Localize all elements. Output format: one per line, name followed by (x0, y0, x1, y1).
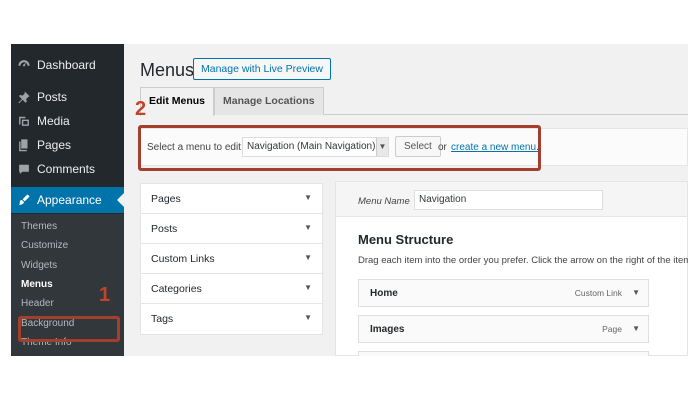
live-preview-button[interactable]: Manage with Live Preview (193, 58, 331, 80)
arrow-down-icon[interactable]: ▼ (304, 253, 312, 262)
sidebar-item-posts[interactable]: Posts (11, 85, 124, 109)
menu-item-type: Page (602, 324, 622, 334)
main-content: Menus Manage with Live Preview Edit Menu… (124, 44, 688, 356)
submenu-item-widgets[interactable]: Widgets (21, 260, 57, 271)
annotation-number-1: 1 (99, 284, 111, 306)
menu-item-type: Custom Link (574, 288, 622, 298)
submenu-item-menus[interactable]: Menus (21, 279, 53, 290)
active-arrow-icon (117, 193, 124, 207)
submenu-item-themes[interactable]: Themes (21, 221, 57, 232)
submenu-item-header[interactable]: Header (21, 298, 54, 309)
sidebar-item-label: Appearance (37, 193, 102, 207)
sidebar-item-label: Media (37, 114, 70, 128)
accordion-label: Custom Links (151, 253, 215, 265)
sidebar-item-pages[interactable]: Pages (11, 133, 124, 157)
add-menu-items-accordion: Pages ▼ Posts ▼ Custom Links ▼ Categorie… (140, 183, 323, 335)
sidebar-item-media[interactable]: Media (11, 109, 124, 133)
page-title: Menus (140, 60, 195, 80)
menu-name-label: Menu Name (358, 196, 410, 207)
wp-admin-frame: Dashboard Posts Media Pages Comments App… (11, 44, 688, 356)
sidebar-item-comments[interactable]: Comments (11, 157, 124, 181)
sidebar-item-label: Pages (37, 138, 72, 152)
accordion-label: Tags (151, 313, 174, 325)
tab-edit-menus[interactable]: Edit Menus (140, 87, 215, 116)
pin-icon (11, 90, 37, 104)
arrow-down-icon[interactable]: ▼ (304, 193, 312, 202)
arrow-down-icon[interactable]: ▼ (304, 283, 312, 292)
pages-icon (11, 138, 37, 152)
accordion-item-tags[interactable]: Tags ▼ (141, 304, 322, 334)
menu-structure-description: Drag each item into the order you prefer… (358, 255, 688, 266)
menu-item-partial[interactable] (358, 351, 649, 356)
menu-item-images[interactable]: Images Page ▼ (358, 315, 649, 343)
annotation-box-2 (138, 125, 541, 171)
arrow-down-icon[interactable]: ▼ (304, 223, 312, 232)
annotation-number-2: 2 (135, 98, 147, 120)
accordion-item-categories[interactable]: Categories ▼ (141, 274, 322, 304)
sidebar-item-label: Comments (37, 162, 96, 176)
menu-structure-title: Menu Structure (358, 232, 454, 247)
accordion-label: Pages (151, 193, 181, 205)
accordion-item-pages[interactable]: Pages ▼ (141, 184, 322, 214)
arrow-down-icon[interactable]: ▼ (632, 324, 640, 333)
menu-item-home[interactable]: Home Custom Link ▼ (358, 279, 649, 307)
admin-sidebar: Dashboard Posts Media Pages Comments App… (11, 44, 124, 356)
arrow-down-icon[interactable]: ▼ (632, 288, 640, 297)
menu-header: Menu Name Navigation (336, 182, 687, 217)
menu-item-title: Home (370, 288, 398, 299)
sidebar-item-label: Posts (37, 90, 68, 104)
paintbrush-icon (11, 193, 37, 207)
sidebar-item-label: Dashboard (37, 58, 96, 72)
accordion-label: Categories (151, 283, 202, 295)
menu-name-input[interactable]: Navigation (414, 190, 603, 210)
accordion-label: Posts (151, 223, 178, 235)
comments-icon (11, 162, 37, 176)
sidebar-item-appearance[interactable]: Appearance (11, 187, 124, 213)
media-icon (11, 114, 37, 128)
annotation-box-1 (18, 316, 120, 342)
menu-item-title: Images (370, 324, 405, 335)
accordion-item-custom-links[interactable]: Custom Links ▼ (141, 244, 322, 274)
accordion-item-posts[interactable]: Posts ▼ (141, 214, 322, 244)
dashboard-icon (11, 58, 37, 72)
arrow-down-icon[interactable]: ▼ (304, 313, 312, 322)
tab-manage-locations[interactable]: Manage Locations (214, 87, 324, 115)
sidebar-item-dashboard[interactable]: Dashboard (11, 53, 124, 77)
submenu-item-customize[interactable]: Customize (21, 240, 68, 251)
menu-management-panel: Menu Name Navigation Menu Structure Drag… (335, 181, 688, 356)
tab-bar: Edit Menus Manage Locations (140, 87, 688, 116)
